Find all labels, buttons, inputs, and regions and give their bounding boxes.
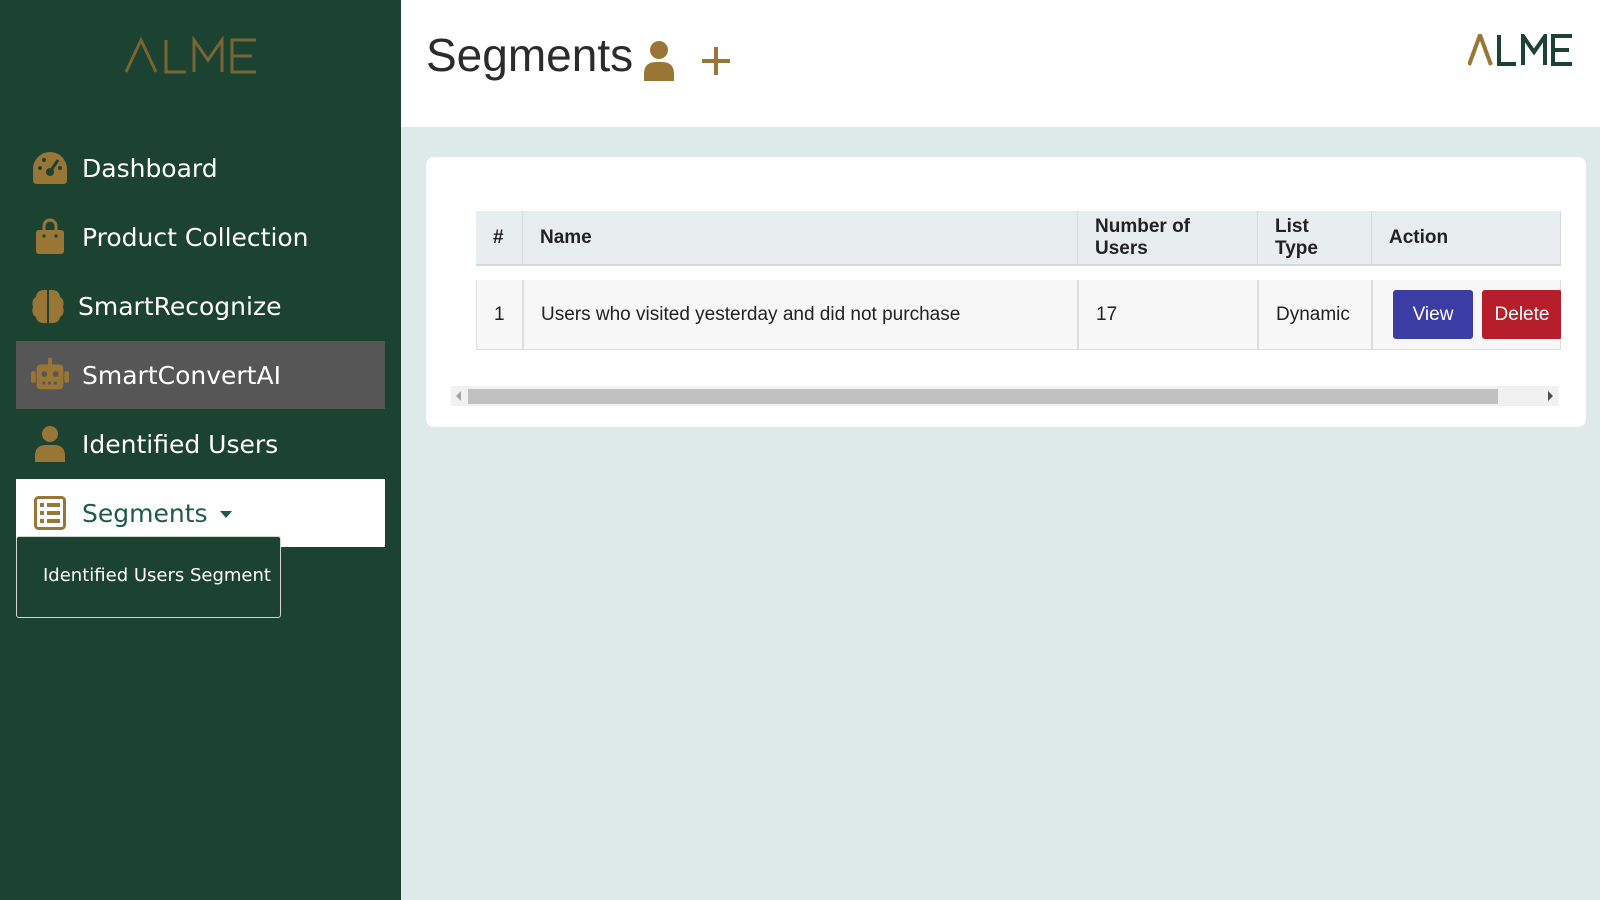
cell-name: Users who visited yesterday and did not … bbox=[523, 280, 1078, 350]
shopping-bag-icon bbox=[30, 217, 70, 257]
header-logo[interactable] bbox=[1467, 29, 1574, 66]
scrollbar-thumb[interactable] bbox=[468, 389, 1498, 404]
delete-button[interactable]: Delete bbox=[1482, 290, 1561, 339]
sidebar-item-label: Dashboard bbox=[82, 153, 218, 183]
plus-icon[interactable] bbox=[701, 44, 731, 78]
alme-logo bbox=[1467, 29, 1572, 66]
sidebar-logo[interactable] bbox=[124, 35, 259, 76]
scroll-right-arrow-icon[interactable] bbox=[1548, 391, 1553, 401]
sidebar: Dashboard Product Collection SmartRecogn… bbox=[0, 0, 401, 900]
cell-actions: View Delete bbox=[1372, 280, 1561, 350]
table-spacer bbox=[476, 266, 1561, 280]
sidebar-item-identified-users[interactable]: Identified Users bbox=[16, 410, 385, 478]
user-icon bbox=[30, 424, 70, 464]
robot-icon bbox=[30, 355, 70, 395]
page-title: Segments bbox=[426, 29, 634, 81]
sidebar-item-label: SmartConvertAI bbox=[82, 360, 281, 390]
sidebar-item-smartconvertai[interactable]: SmartConvertAI bbox=[16, 341, 385, 409]
column-header-name[interactable]: Name bbox=[523, 211, 1078, 266]
sidebar-item-label: SmartRecognize bbox=[78, 291, 282, 321]
sidebar-item-label: Identified Users bbox=[82, 429, 279, 459]
cell-list-type: Dynamic bbox=[1258, 280, 1372, 350]
table-header-row: # Name Number of Users List Type Action bbox=[476, 211, 1561, 266]
scroll-left-arrow-icon[interactable] bbox=[456, 391, 461, 401]
table-row: 1 Users who visited yesterday and did no… bbox=[476, 280, 1561, 350]
sidebar-item-label: Segments bbox=[82, 498, 208, 528]
column-header-list-type[interactable]: List Type bbox=[1258, 211, 1372, 266]
page-header: Segments bbox=[401, 0, 1600, 127]
dropdown-item-identified-users-segment[interactable]: Identified Users Segment bbox=[43, 565, 271, 586]
column-header-number-of-users[interactable]: Number of Users bbox=[1078, 211, 1258, 266]
cell-index: 1 bbox=[476, 280, 523, 350]
user-icon[interactable] bbox=[643, 40, 675, 82]
cell-number-of-users: 17 bbox=[1078, 280, 1258, 350]
sidebar-item-label: Product Collection bbox=[82, 222, 309, 252]
alme-logo-outline bbox=[124, 35, 256, 74]
chevron-down-icon bbox=[219, 510, 232, 518]
view-button[interactable]: View bbox=[1393, 290, 1473, 339]
horizontal-scrollbar[interactable] bbox=[451, 386, 1559, 406]
column-header-index[interactable]: # bbox=[476, 211, 523, 266]
column-header-action: Action bbox=[1372, 211, 1561, 266]
sidebar-item-smartrecognize[interactable]: SmartRecognize bbox=[16, 272, 385, 340]
list-icon bbox=[30, 493, 70, 533]
brain-icon bbox=[28, 286, 68, 326]
segments-card: # Name Number of Users List Type Action … bbox=[426, 157, 1586, 427]
segments-table: # Name Number of Users List Type Action … bbox=[476, 211, 1561, 350]
segments-table-container: # Name Number of Users List Type Action … bbox=[476, 211, 1561, 351]
speedometer-icon bbox=[30, 148, 70, 188]
sidebar-item-product-collection[interactable]: Product Collection bbox=[16, 203, 385, 271]
sidebar-item-dashboard[interactable]: Dashboard bbox=[16, 134, 385, 202]
segments-dropdown-menu: Identified Users Segment bbox=[16, 536, 281, 618]
